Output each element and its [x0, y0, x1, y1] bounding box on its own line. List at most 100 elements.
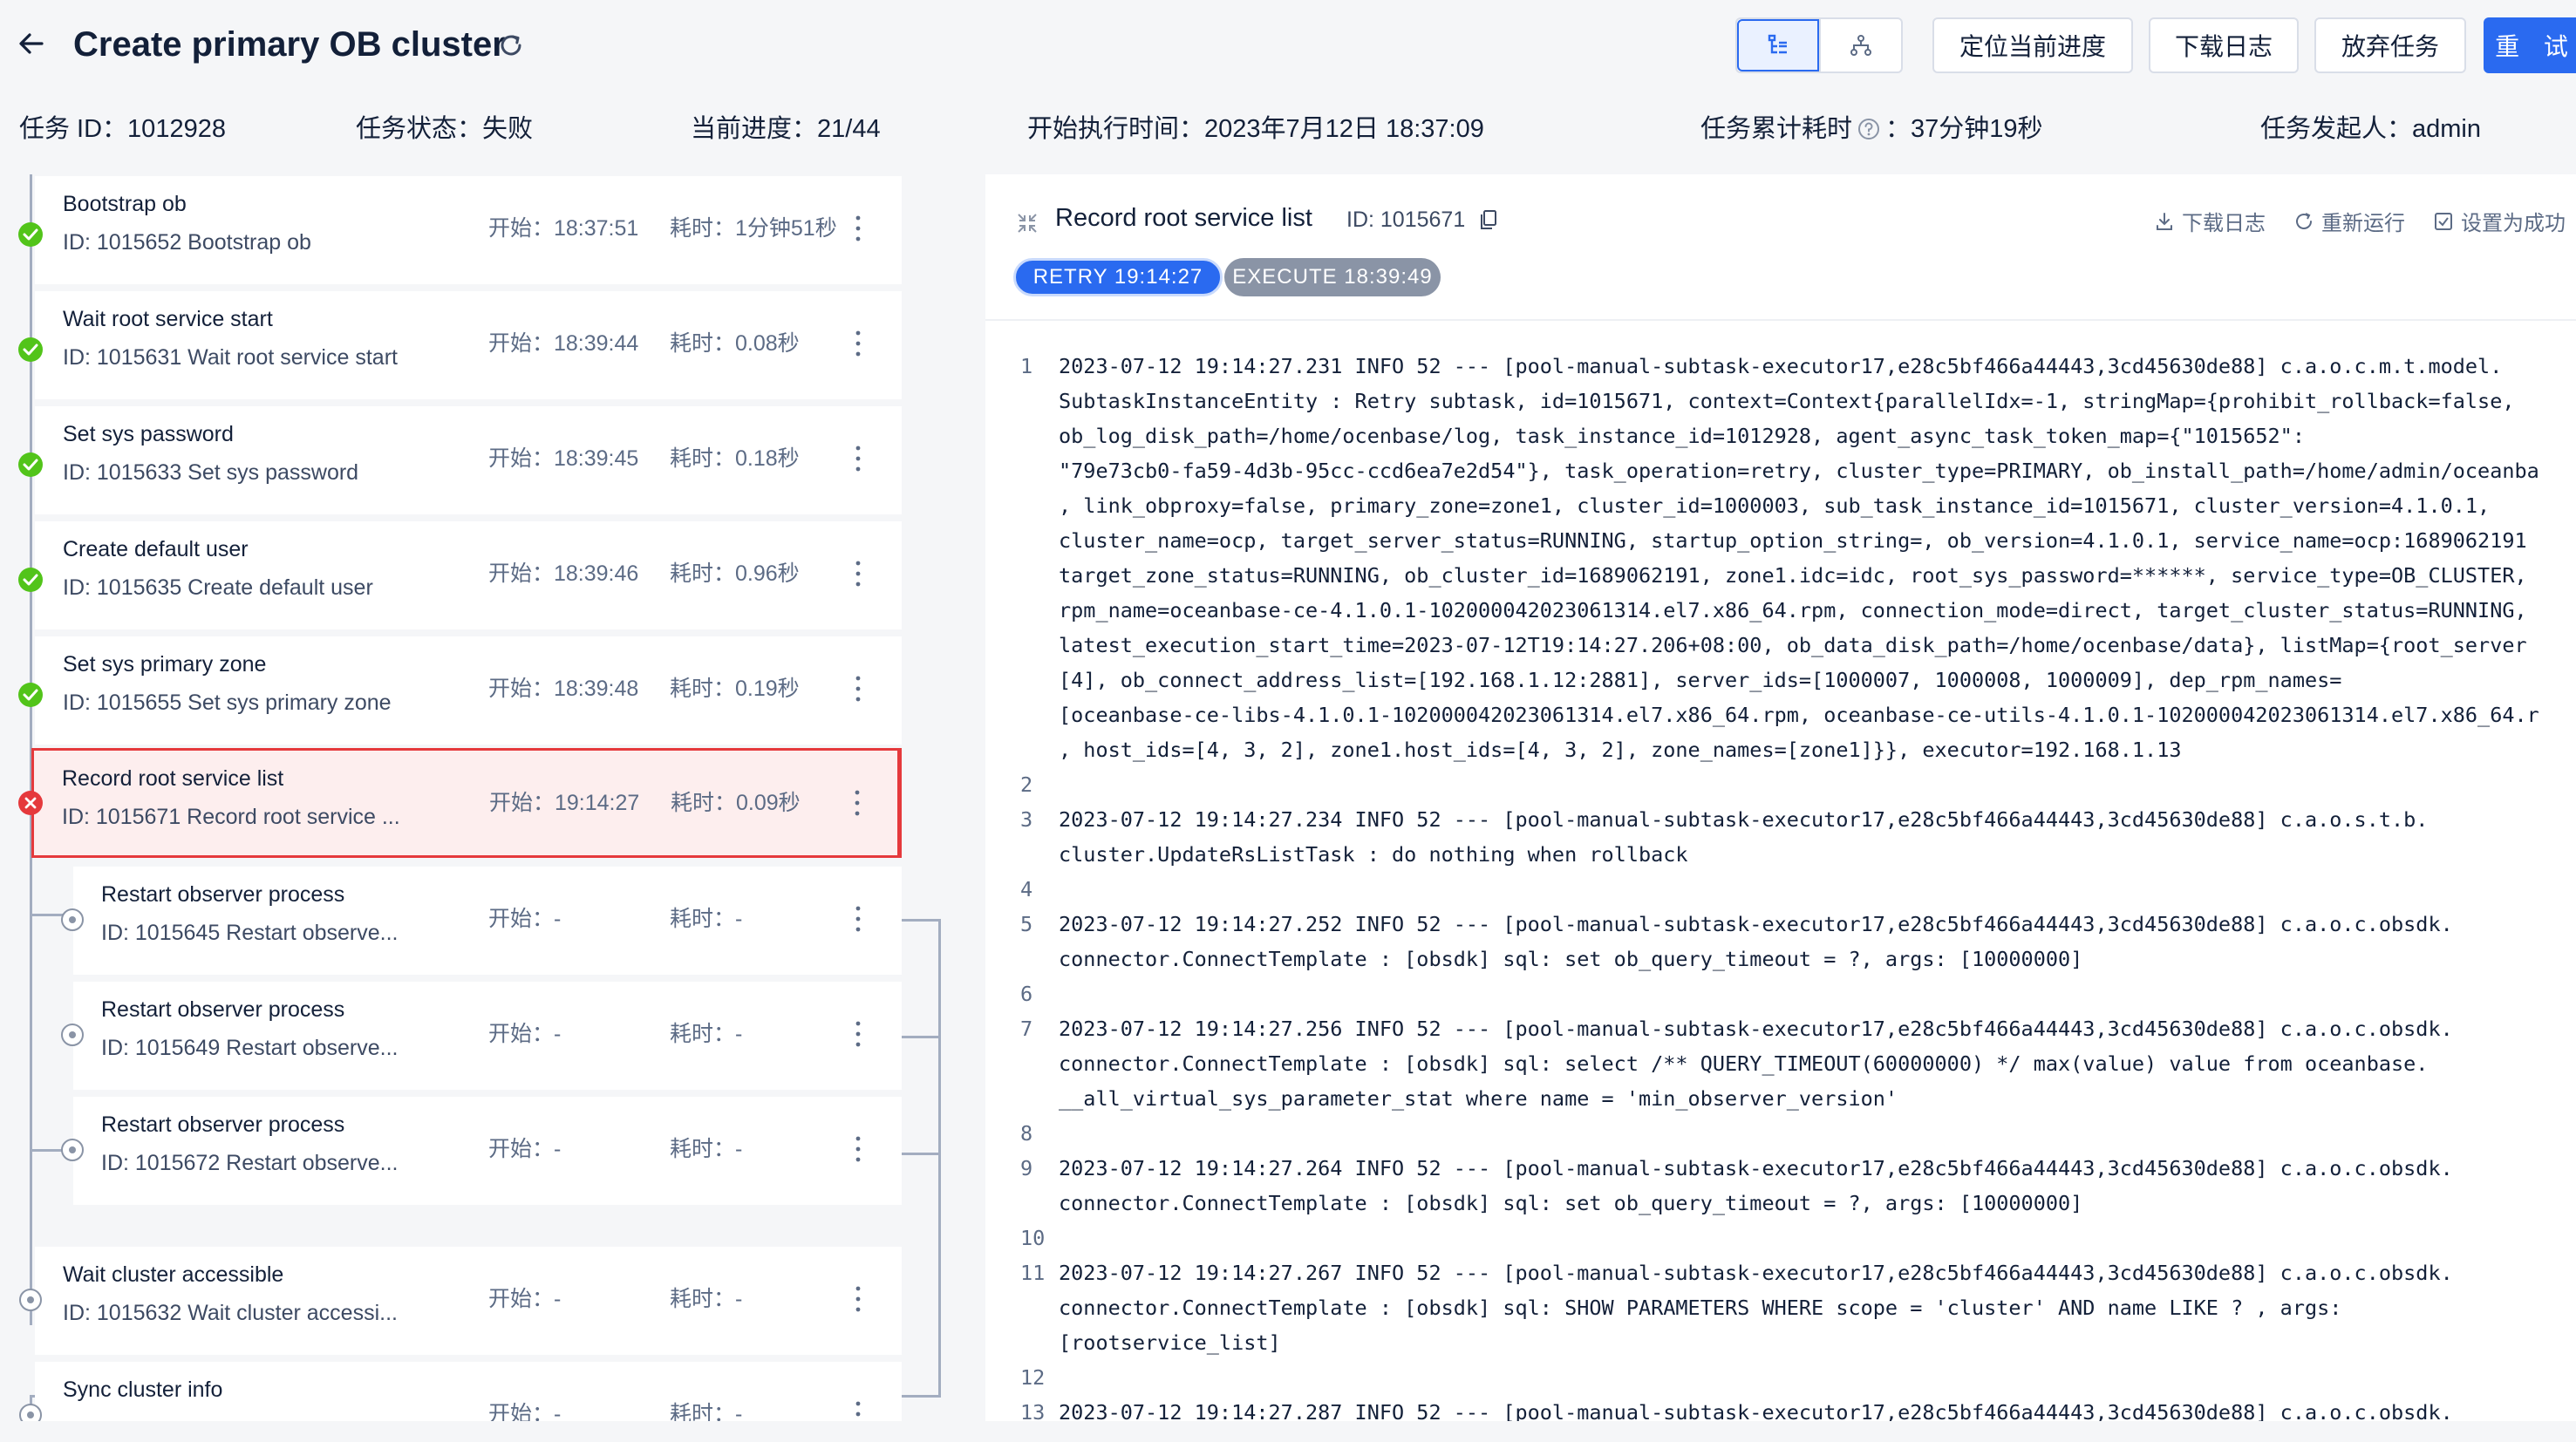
pending-circle-icon [61, 908, 84, 931]
log-line-number: 7 [1020, 1017, 1033, 1041]
log-line: 11 2023-07-12 19:14:27.267 INFO 52 --- [… [985, 1255, 2576, 1290]
log-line-number: 8 [1020, 1121, 1033, 1146]
more-vertical-icon[interactable] [849, 901, 867, 936]
log-line: 1 2023-07-12 19:14:27.231 INFO 52 --- [po… [985, 349, 2576, 384]
log-line-text: 2023-07-12 19:14:27.231 INFO 52 --- [poo… [1059, 354, 2503, 378]
log-line: 3 2023-07-12 19:14:27.234 INFO 52 --- [po… [985, 802, 2576, 837]
more-vertical-icon[interactable] [849, 1282, 867, 1316]
subtask-id: ID: 1015649 Restart observe... [101, 1036, 399, 1060]
rerun-button[interactable]: 重新运行 [2293, 206, 2405, 236]
arrow-left-icon[interactable] [16, 28, 47, 59]
log-line: 5 2023-07-12 19:14:27.252 INFO 52 --- [po… [985, 907, 2576, 942]
subtask-start: 开始：- [488, 1022, 562, 1046]
log-line: 9 2023-07-12 19:14:27.264 INFO 52 --- [po… [985, 1151, 2576, 1186]
more-vertical-icon[interactable] [849, 671, 867, 706]
subtask-id: ID: 1015652 Bootstrap ob [63, 230, 311, 255]
subtask-card[interactable]: Create default user ID: 1015635 Create d… [35, 521, 902, 629]
log-line-number: 2 [1020, 772, 1033, 797]
subtask-name: Sync cluster info [63, 1377, 223, 1402]
log-download-label: 下载日志 [2182, 212, 2266, 235]
log-line-text: 2023-07-12 19:14:27.252 INFO 52 --- [poo… [1059, 912, 2453, 936]
subtask-list: Bootstrap ob ID: 1015652 Bootstrap ob 开始… [0, 174, 951, 1421]
tree-view-icon [1850, 35, 1871, 56]
join-connector [902, 1153, 941, 1155]
log-line-text: rpm_name=oceanbase-ce-4.1.0.1-1020000420… [1059, 598, 2527, 622]
subtask-name: Set sys primary zone [63, 652, 267, 677]
subtask-card[interactable]: Wait cluster accessible ID: 1015632 Wait… [35, 1247, 902, 1355]
log-line-text: 2023-07-12 19:14:27.234 INFO 52 --- [poo… [1059, 807, 2429, 832]
more-vertical-icon[interactable] [849, 211, 867, 246]
more-vertical-icon[interactable] [849, 1397, 867, 1421]
log-line: cluster.UpdateRsListTask : do nothing wh… [985, 837, 2576, 872]
subtask-card[interactable]: Wait root service start ID: 1015631 Wait… [35, 291, 902, 399]
collapse-icon[interactable] [1015, 211, 1039, 235]
elapsed-label: 任务累计耗时 [1700, 115, 1853, 143]
more-vertical-icon[interactable] [849, 556, 867, 591]
log-line-text: latest_execution_start_time=2023-07-12T1… [1059, 633, 2527, 657]
log-line-number: 9 [1020, 1156, 1033, 1180]
list-view-toggle[interactable] [1737, 19, 1820, 71]
question-circle-icon[interactable] [1857, 118, 1880, 140]
page-title: Create primary OB cluster [73, 25, 506, 64]
log-line-number: 1 [1020, 354, 1033, 378]
abandon-task-button[interactable]: 放弃任务 [2314, 17, 2466, 73]
log-line-text: [rootservice_list] [1059, 1330, 1281, 1355]
elapsed-value: ：37分钟19秒 [1885, 115, 2043, 143]
pending-circle-icon [19, 1404, 42, 1421]
subtask-name: Bootstrap ob [63, 192, 187, 216]
error-circle-icon [18, 791, 43, 815]
subtask-name: Wait cluster accessible [63, 1262, 284, 1287]
subtask-duration: 耗时：0.09秒 [671, 791, 801, 815]
join-connector [902, 1036, 941, 1038]
subtask-card[interactable]: Restart observer process ID: 1015672 Res… [73, 1097, 902, 1205]
subtask-card[interactable]: Set sys primary zone ID: 1015655 Set sys… [35, 636, 902, 745]
subtask-name: Wait root service start [63, 307, 273, 331]
log-line: 12 [985, 1360, 2576, 1395]
retry-button[interactable]: 重 试 [2484, 17, 2576, 73]
page-header: Create primary OB cluster 定位当前进度 下载日志 放弃… [0, 0, 2576, 94]
log-line-text: 2023-07-12 19:14:27.287 INFO 52 --- [poo… [1059, 1400, 2453, 1421]
download-log-button[interactable]: 下载日志 [2149, 17, 2299, 73]
subtask-name: Restart observer process [101, 882, 345, 907]
subtask-card-selected[interactable]: Record root service list ID: 1015671 Rec… [31, 748, 902, 858]
log-line: connector.ConnectTemplate : [obsdk] sql:… [985, 1046, 2576, 1081]
subtask-start: 开始：18:39:45 [488, 446, 639, 471]
log-line: connector.ConnectTemplate : [obsdk] sql:… [985, 1186, 2576, 1221]
check-circle-icon [18, 452, 43, 477]
log-line-text: target_zone_status=RUNNING, ob_cluster_i… [1059, 563, 2527, 588]
subtask-card[interactable]: Restart observer process ID: 1015649 Res… [73, 982, 902, 1090]
log-line: 4 [985, 872, 2576, 907]
subtask-card[interactable]: Bootstrap ob ID: 1015652 Bootstrap ob 开始… [35, 176, 902, 284]
execute-execution-tag[interactable]: EXECUTE 18:39:49 [1224, 258, 1441, 296]
subtask-start: 开始：- [488, 907, 562, 931]
task-elapsed: 任务累计耗时 ：37分钟19秒 [1700, 112, 2043, 146]
subtask-card[interactable]: Sync cluster info 开始：- 耗时：- [35, 1362, 902, 1421]
more-vertical-icon[interactable] [849, 441, 867, 476]
log-title: Record root service list [1055, 204, 1312, 232]
log-line-text: [oceanbase-ce-libs-4.1.0.1-1020000420230… [1059, 703, 2539, 727]
tree-view-toggle[interactable] [1819, 19, 1901, 71]
retry-execution-tag[interactable]: RETRY 19:14:27 [1013, 258, 1223, 296]
subtask-card[interactable]: Set sys password ID: 1015633 Set sys pas… [35, 406, 902, 514]
refresh-icon[interactable] [497, 31, 525, 59]
subtask-start: 开始：- [488, 1137, 562, 1161]
locate-progress-button[interactable]: 定位当前进度 [1932, 17, 2133, 73]
subtask-id: ID: 1015671 Record root service ... [62, 805, 400, 829]
download-icon [2157, 212, 2172, 230]
more-vertical-icon[interactable] [848, 786, 866, 820]
log-line-text: cluster_name=ocp, target_server_status=R… [1059, 528, 2527, 553]
subtask-id: ID: 1015633 Set sys password [63, 460, 359, 485]
copy-icon[interactable] [1479, 209, 1498, 230]
log-line-text: , host_ids=[4, 3, 2], zone1.host_ids=[4,… [1059, 738, 2182, 762]
view-toggle [1735, 17, 1903, 73]
more-vertical-icon[interactable] [849, 326, 867, 361]
log-line: [rootservice_list] [985, 1325, 2576, 1360]
subtask-card[interactable]: Restart observer process ID: 1015645 Res… [73, 867, 902, 975]
more-vertical-icon[interactable] [849, 1017, 867, 1051]
more-vertical-icon[interactable] [849, 1132, 867, 1167]
subtask-duration: 耗时：0.96秒 [670, 561, 800, 586]
set-success-button[interactable]: 设置为成功 [2433, 206, 2566, 236]
log-line: [4], ob_connect_address_list=[192.168.1.… [985, 663, 2576, 697]
subtask-duration: 耗时：- [670, 907, 743, 931]
log-download-button[interactable]: 下载日志 [2154, 206, 2266, 236]
